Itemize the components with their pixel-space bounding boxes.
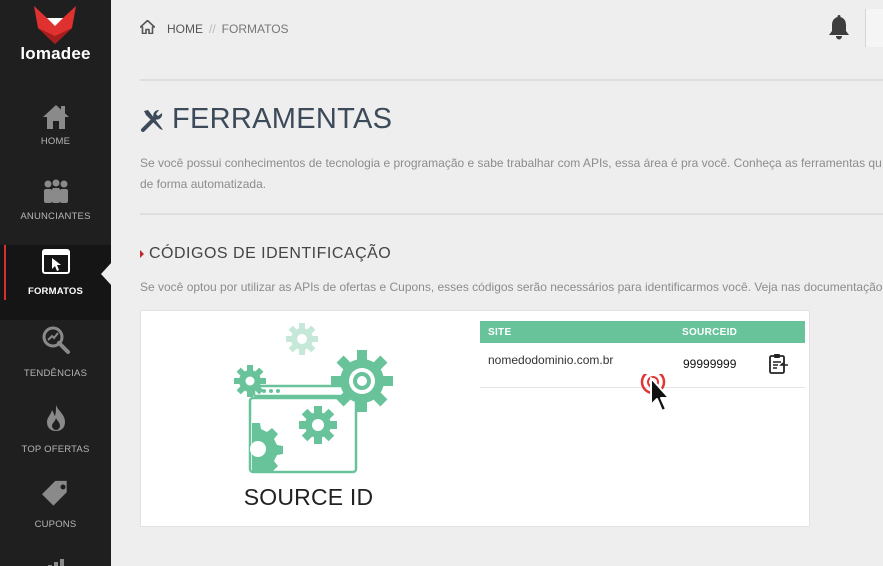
sidebar-item-label: ANUNCIANTES — [20, 211, 91, 222]
trend-search-icon — [0, 325, 111, 360]
sidebar-item-home[interactable]: HOME — [0, 90, 111, 165]
column-header-sourceid: SOURCEID — [682, 327, 738, 338]
breadcrumb-separator: // — [209, 22, 216, 36]
cell-site: nomedodominio.com.br — [488, 353, 614, 367]
card-title: SOURCE ID — [243, 484, 374, 510]
sidebar-item-anunciantes[interactable]: ANUNCIANTES — [0, 165, 111, 240]
table-header: SITE SOURCEID — [480, 321, 805, 343]
sidebar-item-tendencias[interactable]: TENDÊNCIAS — [0, 323, 111, 398]
sidebar-item-label: CUPONS — [34, 519, 77, 530]
cell-sourceid[interactable]: 99999999 — [683, 357, 736, 371]
bar-chart-icon — [46, 556, 66, 566]
user-menu[interactable] — [866, 9, 883, 47]
breadcrumb-current: FORMATOS — [221, 22, 289, 36]
home-icon[interactable] — [139, 19, 156, 39]
tag-icon — [0, 480, 111, 513]
intro-line-2: de forma automatizada. — [140, 177, 267, 191]
people-icon — [0, 179, 111, 210]
sidebar-item-label: TENDÊNCIAS — [23, 368, 88, 379]
column-header-site: SITE — [488, 327, 512, 338]
intro-text: Se você possui conhecimentos de tecnolog… — [140, 153, 883, 195]
bell-icon[interactable] — [828, 15, 850, 46]
divider — [140, 213, 883, 215]
click-cursor-icon — [640, 374, 670, 412]
section-bullet-icon — [140, 250, 144, 258]
brand-name: lomadee — [20, 44, 91, 63]
section-description: Se você optou por utilizar as APIs de of… — [140, 280, 883, 294]
sidebar-item-top-ofertas[interactable]: TOP OFERTAS — [0, 402, 111, 477]
page-title: FERRAMENTAS — [172, 103, 393, 135]
home-icon — [0, 104, 111, 135]
breadcrumb-home[interactable]: HOME — [167, 22, 203, 36]
intro-line-1: Se você possui conhecimentos de tecnolog… — [140, 156, 882, 170]
source-id-card: SOURCE ID SITE SOURCEID nomedodominio.co… — [140, 310, 810, 527]
clipboard-copy-icon[interactable] — [768, 353, 790, 380]
section-title: CÓDIGOS DE IDENTIFICAÇÃO — [149, 245, 392, 262]
sidebar-item-label: HOME — [40, 136, 71, 147]
gears-window-illustration-icon — [234, 323, 393, 474]
sidebar-item-formatos[interactable]: FORMATOS — [0, 245, 111, 320]
active-pointer — [101, 262, 112, 286]
breadcrumb: HOME // FORMATOS — [167, 22, 289, 36]
window-cursor-icon — [0, 249, 111, 280]
flame-icon — [0, 404, 111, 437]
divider — [140, 79, 883, 81]
tools-icon — [140, 107, 166, 138]
brand-logo[interactable]: lomadee — [0, 0, 111, 82]
sidebar: lomadee HOME ANUNCIANTES FORMATOS TENDÊN… — [0, 0, 111, 566]
sidebar-item-cupons[interactable]: CUPONS — [0, 478, 111, 553]
sidebar-item-label: FORMATOS — [27, 286, 84, 297]
sidebar-item-label: TOP OFERTAS — [21, 444, 90, 455]
fox-logo-icon — [34, 6, 76, 44]
